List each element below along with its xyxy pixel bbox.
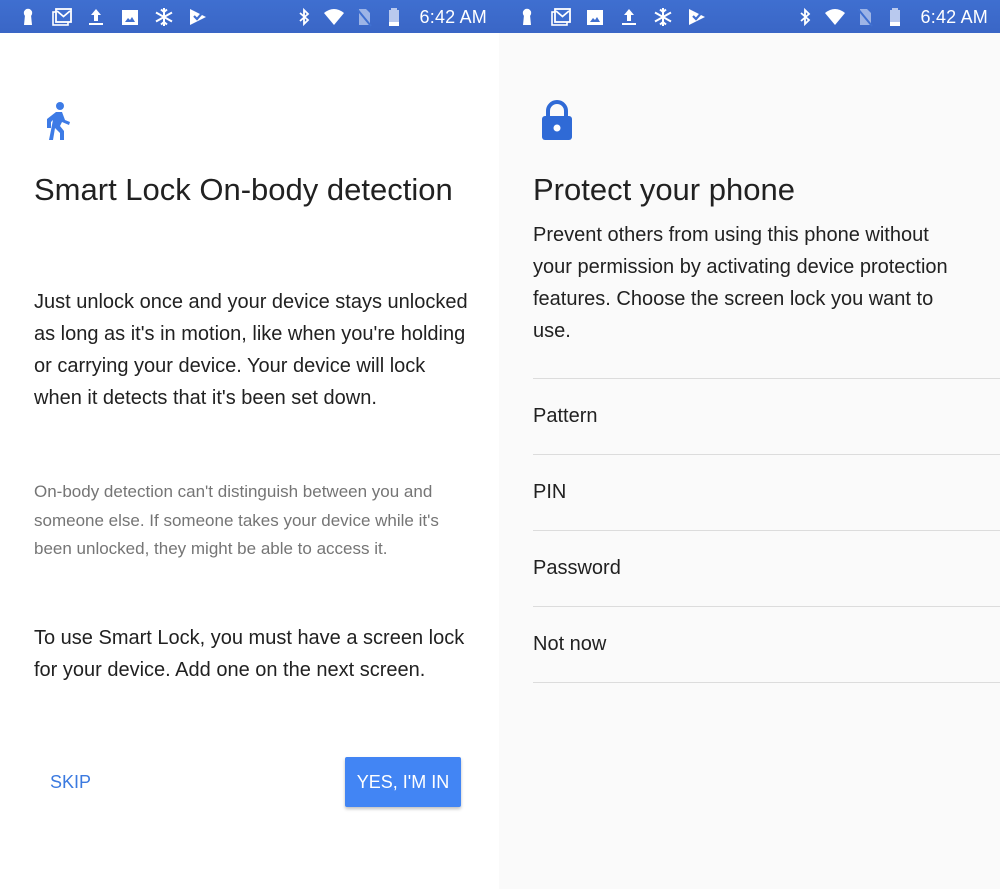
skip-button[interactable]: SKIP bbox=[36, 757, 105, 807]
system-icons: 6:42 AM bbox=[294, 6, 487, 28]
battery-icon bbox=[384, 7, 404, 27]
no-sim-icon bbox=[855, 7, 875, 27]
bluetooth-icon bbox=[294, 7, 314, 27]
gmail-icon bbox=[551, 7, 571, 27]
system-icons: 6:42 AM bbox=[795, 6, 988, 28]
protect-phone-screen: 6:42 AM Protect your phone Prevent other… bbox=[499, 0, 1000, 889]
page-title: Protect your phone bbox=[533, 172, 795, 207]
gmail-icon bbox=[52, 7, 72, 27]
notification-icons bbox=[517, 6, 707, 28]
clock: 6:42 AM bbox=[920, 6, 988, 27]
option-not-now[interactable]: Not now bbox=[533, 606, 1000, 683]
upload-icon bbox=[86, 7, 106, 27]
no-sim-icon bbox=[354, 7, 374, 27]
warning-paragraph: On-body detection can't distinguish betw… bbox=[34, 482, 439, 558]
page-title: Smart Lock On-body detection bbox=[34, 172, 453, 207]
status-bar: 6:42 AM bbox=[499, 0, 1000, 33]
image-icon bbox=[120, 7, 140, 27]
keyhole-icon bbox=[517, 7, 537, 27]
description-paragraph: Prevent others from using this phone wit… bbox=[533, 224, 948, 342]
option-pattern[interactable]: Pattern bbox=[533, 378, 1000, 454]
image-icon bbox=[585, 7, 605, 27]
upload-icon bbox=[619, 7, 639, 27]
screen-lock-options: Pattern PIN Password Not now bbox=[533, 378, 1000, 683]
battery-icon bbox=[885, 7, 905, 27]
yes-im-in-button[interactable]: YES, I'M IN bbox=[345, 757, 461, 807]
option-password[interactable]: Password bbox=[533, 530, 1000, 606]
smart-lock-screen: 6:42 AM Smart Lock On-body detection Jus… bbox=[0, 0, 499, 889]
walking-person-icon bbox=[34, 98, 80, 144]
snowflake-icon bbox=[154, 7, 174, 27]
wifi-icon bbox=[323, 7, 344, 27]
keyhole-icon bbox=[18, 7, 38, 27]
checklist-icon bbox=[188, 7, 208, 27]
notification-icons bbox=[18, 6, 208, 28]
option-pin[interactable]: PIN bbox=[533, 454, 1000, 530]
bluetooth-icon bbox=[795, 7, 815, 27]
checklist-icon bbox=[687, 7, 707, 27]
clock: 6:42 AM bbox=[419, 6, 487, 27]
description-paragraph: Just unlock once and your device stays u… bbox=[34, 291, 468, 409]
lock-icon bbox=[534, 98, 580, 144]
requirement-paragraph: To use Smart Lock, you must have a scree… bbox=[34, 627, 465, 681]
snowflake-icon bbox=[653, 7, 673, 27]
status-bar: 6:42 AM bbox=[0, 0, 499, 33]
wifi-icon bbox=[824, 7, 845, 27]
